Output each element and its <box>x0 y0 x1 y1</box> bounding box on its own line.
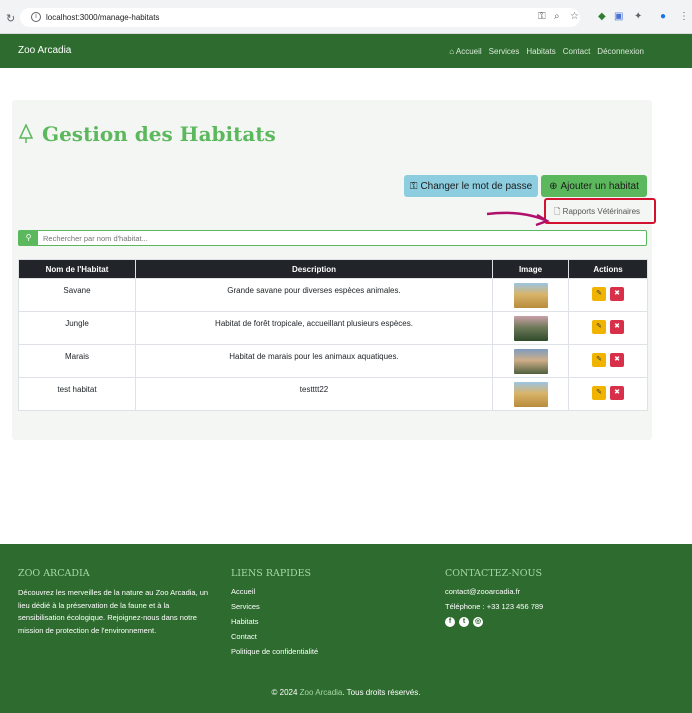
habitat-name: test habitat <box>18 377 136 411</box>
habitat-image-cell <box>492 278 569 312</box>
puzzle-icon[interactable]: ✦ <box>634 11 642 22</box>
edit-icon[interactable]: ✎ <box>592 353 606 367</box>
navbar: Zoo Arcadia ⌂ Accueil Services Habitats … <box>0 34 692 68</box>
habitat-description: Habitat de forêt tropicale, accueillant … <box>135 311 493 345</box>
column-header-actions: Actions <box>568 259 648 279</box>
site-info-icon[interactable]: i <box>31 12 41 22</box>
footer-link-habitats[interactable]: Habitats <box>231 617 411 626</box>
habitat-actions: ✎ ✖ <box>568 344 648 378</box>
browser-toolbar: ↻ i localhost:3000/manage-habitats ⚿ ⌕ ☆… <box>0 0 692 34</box>
habitat-actions: ✎ ✖ <box>568 278 648 312</box>
navbar-brand[interactable]: Zoo Arcadia <box>18 45 71 56</box>
search-bar: ⚲ <box>18 230 647 246</box>
habitat-description: testttt22 <box>135 377 493 411</box>
footer-links-title: LIENS RAPIDES <box>231 568 312 579</box>
footer-links: LIENS RAPIDES Accueil Services Habitats … <box>231 568 411 662</box>
profile-icon[interactable]: ● <box>660 11 666 22</box>
footer-link-services[interactable]: Services <box>231 602 411 611</box>
key-icon: ⚿ <box>409 180 418 192</box>
tree-icon <box>18 124 34 143</box>
nav-contact[interactable]: Contact <box>563 47 591 56</box>
footer-about: ZOO ARCADIA Découvrez les merveilles de … <box>18 568 218 637</box>
habitat-image-cell <box>492 377 569 411</box>
savanna-photo <box>513 382 548 407</box>
footer: ZOO ARCADIA Découvrez les merveilles de … <box>0 544 692 713</box>
facebook-icon[interactable]: f <box>445 617 455 627</box>
nav-services[interactable]: Services <box>489 47 520 56</box>
footer-about-text: Découvrez les merveilles de la nature au… <box>18 588 209 635</box>
footer-contact: CONTACTEZ-NOUS contact@zooarcadia.fr Tél… <box>445 568 665 627</box>
twitter-icon[interactable]: t <box>459 617 469 627</box>
table-row: Savane Grande savane pour diverses espèc… <box>18 278 648 312</box>
habitat-actions: ✎ ✖ <box>568 311 648 345</box>
marsh-photo <box>513 349 548 374</box>
home-icon: ⌂ <box>449 47 455 56</box>
column-header-name: Nom de l'Habitat <box>18 259 136 279</box>
savanna-photo <box>513 283 548 308</box>
annotation-highlight-box <box>544 198 656 224</box>
footer-contact-title: CONTACTEZ-NOUS <box>445 568 543 579</box>
search-icon: ⚲ <box>19 231 38 245</box>
footer-link-contact[interactable]: Contact <box>231 632 411 641</box>
key-icon[interactable]: ⚿ <box>538 11 546 22</box>
trash-icon[interactable]: ✖ <box>610 320 624 334</box>
copyright: © 2024 Zoo Arcadia. Tous droits réservés… <box>271 688 421 697</box>
footer-about-title: ZOO ARCADIA <box>18 568 90 579</box>
translate-icon[interactable]: ▣ <box>614 11 623 22</box>
habitat-image-cell <box>492 311 569 345</box>
footer-link-privacy[interactable]: Politique de confidentialité <box>231 647 411 656</box>
habitats-table: Nom de l'Habitat Description Image Actio… <box>18 259 648 411</box>
extension-icon[interactable]: ◆ <box>598 11 606 22</box>
add-habitat-button[interactable]: ⊕ Ajouter un habitat <box>541 175 647 197</box>
table-row: test habitat testttt22 ✎ ✖ <box>18 377 648 411</box>
column-header-image: Image <box>492 259 569 279</box>
copyright-brand-link[interactable]: Zoo Arcadia <box>300 688 343 697</box>
trash-icon[interactable]: ✖ <box>610 287 624 301</box>
edit-icon[interactable]: ✎ <box>592 287 606 301</box>
habitat-name: Jungle <box>18 311 136 345</box>
star-icon[interactable]: ☆ <box>570 11 579 22</box>
instagram-icon[interactable]: ◎ <box>473 617 483 627</box>
habitat-name: Savane <box>18 278 136 312</box>
table-header-row: Nom de l'Habitat Description Image Actio… <box>18 259 648 279</box>
habitat-description: Habitat de marais pour les animaux aquat… <box>135 344 493 378</box>
annotation-arrow <box>486 211 550 227</box>
plus-circle-icon: ⊕ <box>549 180 558 192</box>
zoom-icon[interactable]: ⌕ <box>554 11 560 22</box>
trash-icon[interactable]: ✖ <box>610 386 624 400</box>
social-links: f t ◎ <box>445 617 665 627</box>
reload-icon[interactable]: ↻ <box>6 12 15 25</box>
nav-logout[interactable]: Déconnexion <box>597 47 644 56</box>
jungle-photo <box>513 316 548 341</box>
footer-phone: Téléphone : +33 123 456 789 <box>445 602 544 611</box>
edit-icon[interactable]: ✎ <box>592 320 606 334</box>
habitat-image-cell <box>492 344 569 378</box>
nav-habitats[interactable]: Habitats <box>526 47 555 56</box>
url-text[interactable]: localhost:3000/manage-habitats <box>46 13 159 22</box>
column-header-description: Description <box>135 259 493 279</box>
table-row: Marais Habitat de marais pour les animau… <box>18 344 648 378</box>
footer-link-home[interactable]: Accueil <box>231 587 411 596</box>
habitat-description: Grande savane pour diverses espèces anim… <box>135 278 493 312</box>
footer-email[interactable]: contact@zooarcadia.fr <box>445 587 665 596</box>
navbar-links: ⌂ Accueil Services Habitats Contact Déco… <box>449 47 644 56</box>
nav-home[interactable]: ⌂ Accueil <box>449 47 481 56</box>
page-title: Gestion des Habitats <box>18 122 276 146</box>
search-input[interactable] <box>43 232 633 244</box>
edit-icon[interactable]: ✎ <box>592 386 606 400</box>
change-password-button[interactable]: ⚿ Changer le mot de passe <box>404 175 538 197</box>
menu-icon[interactable]: ⋮ <box>679 11 689 22</box>
habitat-actions: ✎ ✖ <box>568 377 648 411</box>
trash-icon[interactable]: ✖ <box>610 353 624 367</box>
table-row: Jungle Habitat de forêt tropicale, accue… <box>18 311 648 345</box>
habitat-name: Marais <box>18 344 136 378</box>
